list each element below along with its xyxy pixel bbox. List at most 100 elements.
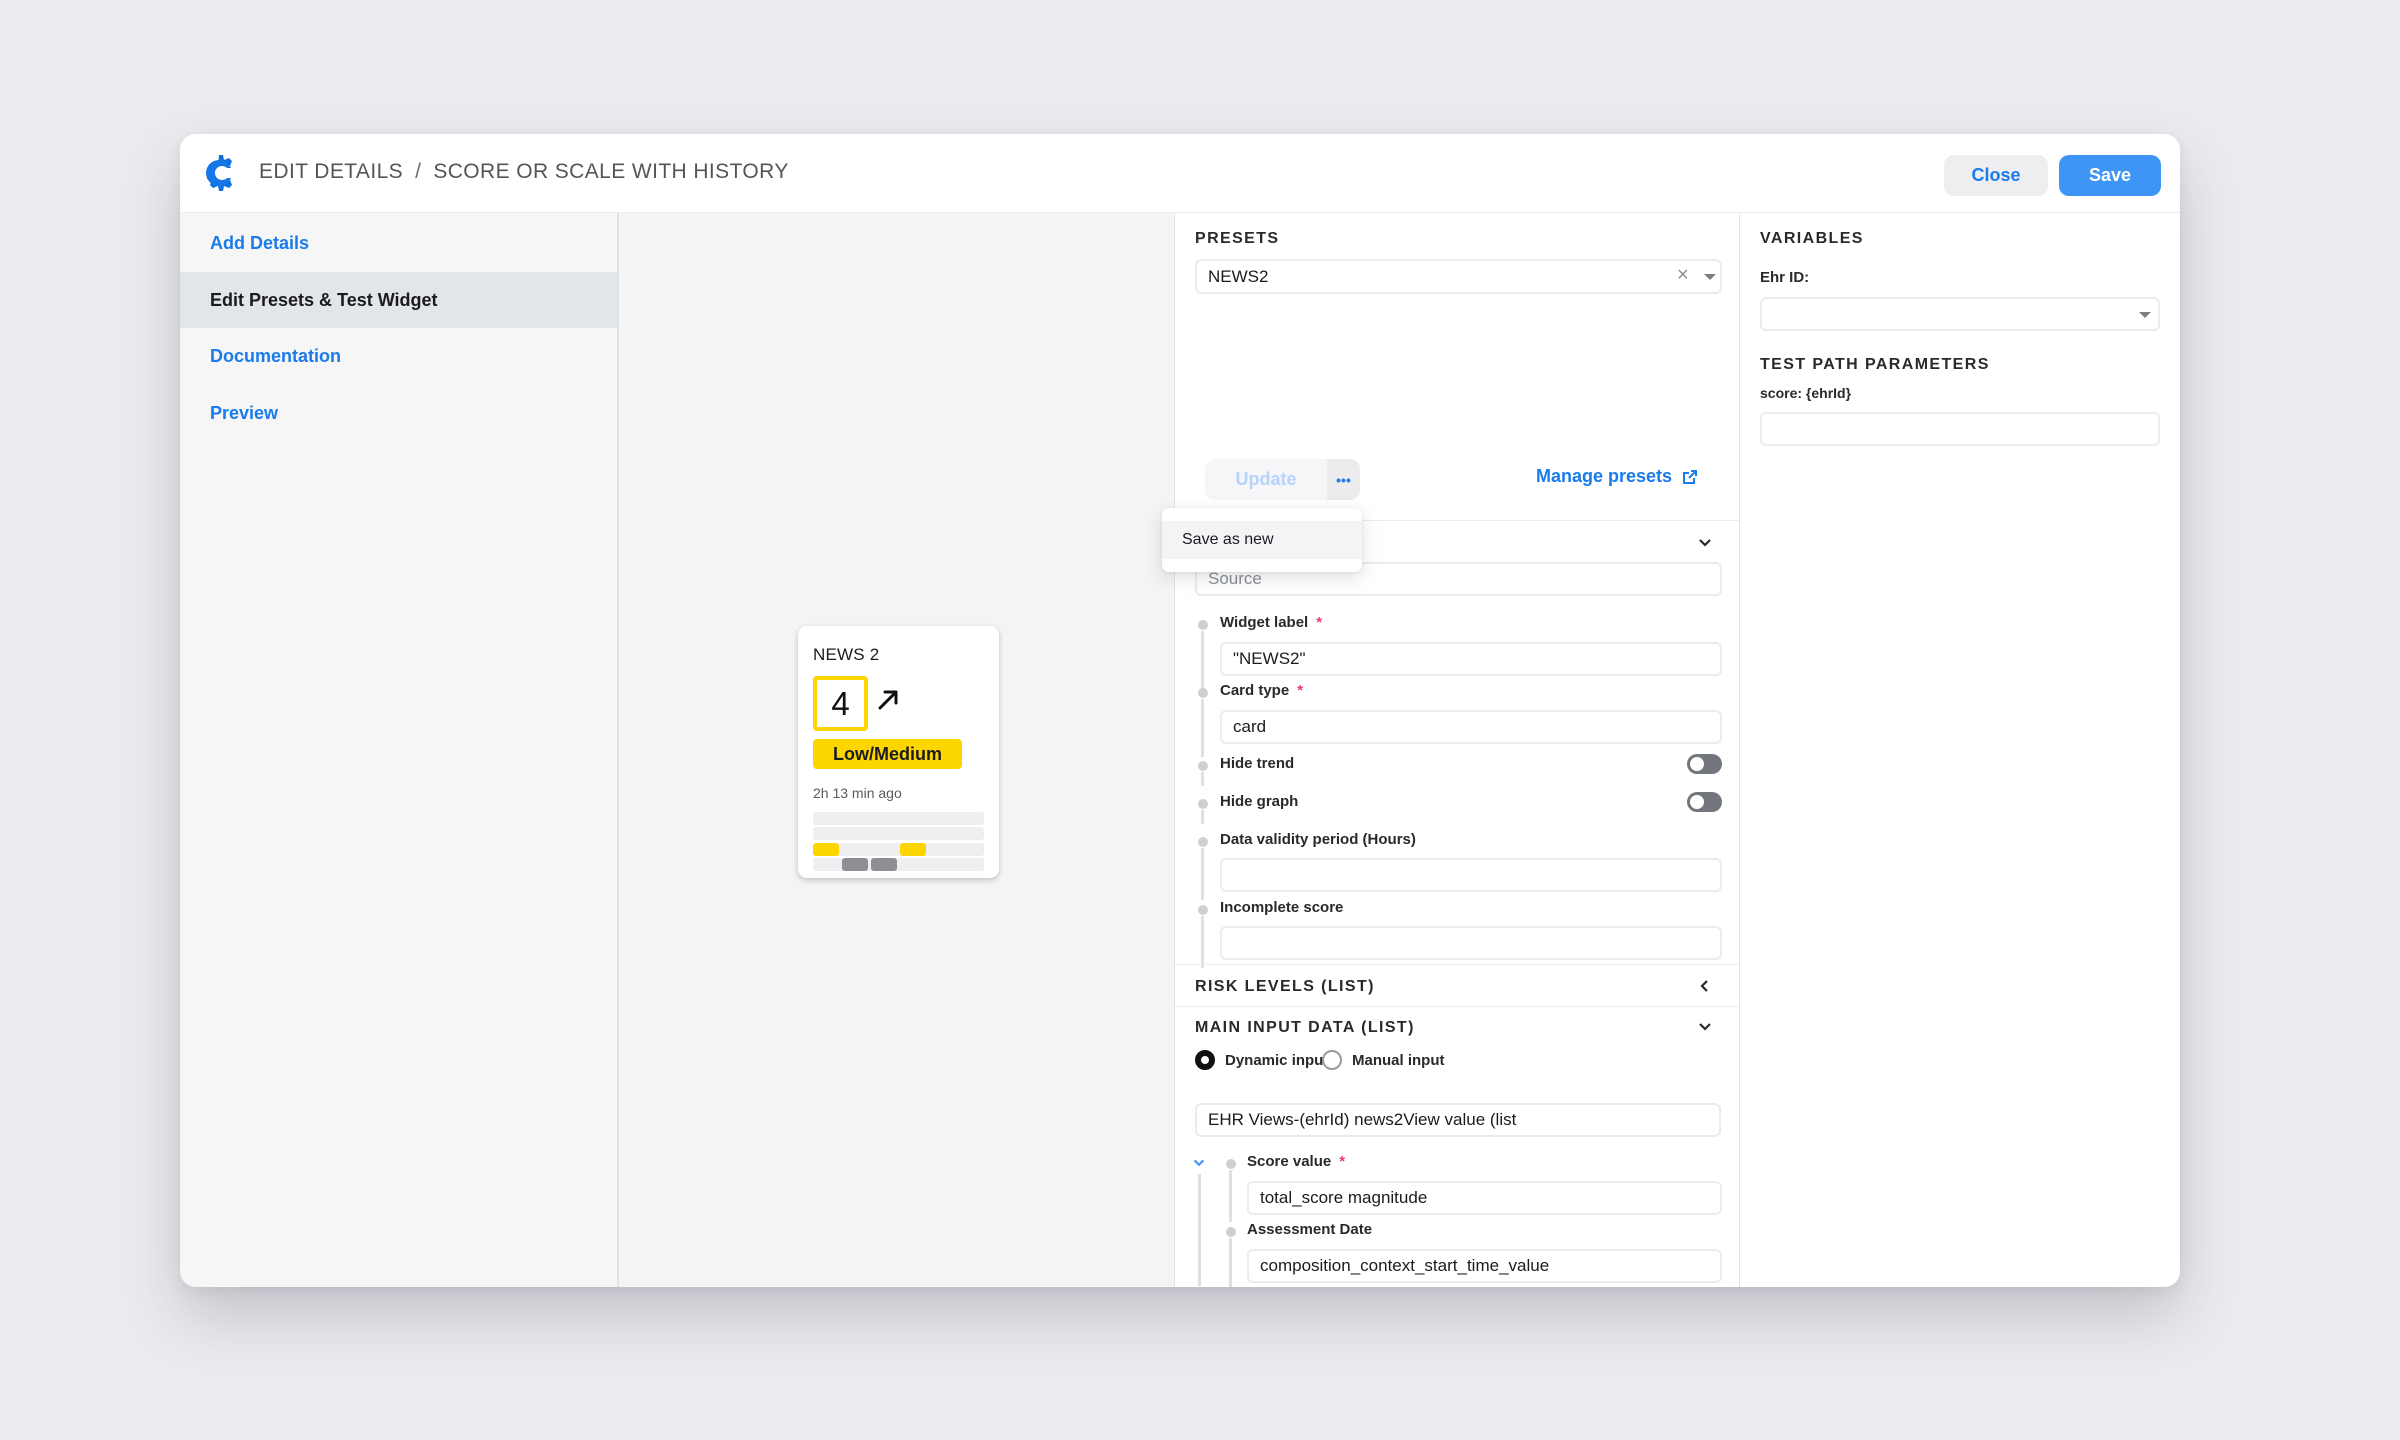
external-link-icon xyxy=(1683,469,1698,484)
widget-label-label: Widget label * xyxy=(1220,614,1323,631)
clear-icon[interactable]: × xyxy=(1677,264,1689,287)
card-title: NEWS 2 xyxy=(813,645,880,664)
radio-unselected-icon xyxy=(1322,1050,1342,1070)
score-param-input[interactable] xyxy=(1760,412,2160,446)
section-divider xyxy=(1175,964,1740,965)
history-row xyxy=(813,827,984,840)
modal-header: EDIT DETAILS / SCORE OR SCALE WITH HISTORY… xyxy=(180,134,2180,213)
hide-trend-label: Hide trend xyxy=(1220,755,1295,772)
breadcrumb: EDIT DETAILS / SCORE OR SCALE WITH HISTORY xyxy=(259,160,789,184)
more-options-button[interactable]: ••• xyxy=(1327,459,1360,500)
config-panel: PRESETS NEWS2 × Update ••• Manage preset… xyxy=(1162,213,1740,1287)
test-path-parameters-title: TEST PATH PARAMETERS xyxy=(1760,356,1990,373)
save-button[interactable]: Save xyxy=(2059,155,2161,196)
presets-select[interactable]: NEWS2 × xyxy=(1195,259,1722,294)
tree-node-dot xyxy=(1198,837,1208,847)
sidebar-item-add-details[interactable]: Add Details xyxy=(180,215,617,271)
variables-title: VARIABLES xyxy=(1760,230,1864,247)
tree-line xyxy=(1201,848,1204,900)
hide-graph-toggle[interactable] xyxy=(1687,792,1722,812)
radio-selected-icon xyxy=(1195,1050,1215,1070)
chevron-down-icon[interactable] xyxy=(1191,1155,1207,1171)
hide-graph-label: Hide graph xyxy=(1220,793,1299,810)
required-asterisk: * xyxy=(1316,614,1323,631)
manage-presets-link[interactable]: Manage presets xyxy=(1536,466,1698,487)
history-row xyxy=(813,843,984,856)
close-button[interactable]: Close xyxy=(1944,155,2048,196)
tree-node-dot xyxy=(1226,1159,1236,1169)
trend-up-arrow-icon xyxy=(878,690,898,710)
sidebar: Add Details Edit Presets & Test Widget D… xyxy=(180,213,619,1287)
history-mark-grey xyxy=(871,858,897,871)
breadcrumb-separator: / xyxy=(415,160,422,183)
tree-node-dot xyxy=(1198,799,1208,809)
section-divider xyxy=(1175,1006,1740,1007)
radio-manual-input[interactable]: Manual input xyxy=(1322,1050,1445,1070)
chevron-down-icon[interactable] xyxy=(1704,274,1716,280)
breadcrumb-item-current: SCORE OR SCALE WITH HISTORY xyxy=(433,160,789,183)
history-row xyxy=(813,812,984,825)
sidebar-item-preview[interactable]: Preview xyxy=(180,385,617,441)
tree-line xyxy=(1198,1174,1201,1286)
data-validity-input[interactable] xyxy=(1220,858,1722,892)
tree-node-dot xyxy=(1226,1227,1236,1237)
app-logo-icon xyxy=(206,155,238,191)
required-asterisk: * xyxy=(1297,682,1304,699)
history-mark-grey xyxy=(842,858,868,871)
presets-title: PRESETS xyxy=(1195,230,1280,247)
history-row xyxy=(813,858,984,871)
incomplete-score-input[interactable] xyxy=(1220,926,1722,960)
main-input-title[interactable]: MAIN INPUT DATA (LIST) xyxy=(1195,1019,1415,1037)
assessment-date-input[interactable]: composition_context_start_time_value xyxy=(1247,1249,1722,1283)
tree-line xyxy=(1201,916,1204,968)
chevron-down-icon[interactable] xyxy=(1696,1018,1714,1036)
score-value-label: Score value * xyxy=(1247,1153,1346,1170)
assessment-date-label: Assessment Date xyxy=(1247,1221,1373,1238)
risk-levels-title[interactable]: RISK LEVELS (LIST) xyxy=(1195,978,1375,996)
radio-label: Dynamic input xyxy=(1225,1051,1329,1069)
tree-node-dot xyxy=(1198,905,1208,915)
chevron-down-icon[interactable] xyxy=(1696,534,1714,552)
widget-label-input[interactable]: "NEWS2" xyxy=(1220,642,1722,676)
tree-node-dot xyxy=(1198,761,1208,771)
main-input-source[interactable]: EHR Views-(ehrId) news2View value (list xyxy=(1195,1103,1721,1137)
tree-line xyxy=(1229,1170,1232,1222)
update-button-group: Update ••• xyxy=(1205,459,1360,500)
history-mark-yellow xyxy=(900,843,926,856)
tree-line xyxy=(1201,810,1204,824)
history-mark-yellow xyxy=(813,843,839,856)
menu-item-save-as-new[interactable]: Save as new xyxy=(1162,521,1362,559)
score-value: 4 xyxy=(813,676,868,731)
tree-line xyxy=(1201,772,1204,786)
hide-trend-toggle[interactable] xyxy=(1687,754,1722,774)
incomplete-score-label: Incomplete score xyxy=(1220,899,1344,916)
card-type-input[interactable]: card xyxy=(1220,710,1722,744)
radio-label: Manual input xyxy=(1352,1051,1445,1069)
card-type-label: Card type * xyxy=(1220,682,1304,699)
sidebar-item-documentation[interactable]: Documentation xyxy=(180,328,617,384)
ehr-id-label: Ehr ID: xyxy=(1760,269,1810,286)
update-button[interactable]: Update xyxy=(1205,459,1327,500)
data-validity-label: Data validity period (Hours) xyxy=(1220,831,1416,848)
ehr-id-select[interactable] xyxy=(1760,297,2160,331)
required-asterisk: * xyxy=(1339,1153,1346,1170)
score-param-label: score: {ehrId} xyxy=(1760,385,1852,401)
risk-level-badge: Low/Medium xyxy=(813,739,962,769)
breadcrumb-item-edit-details[interactable]: EDIT DETAILS xyxy=(259,160,403,183)
score-value-input[interactable]: total_score magnitude xyxy=(1247,1181,1722,1215)
sidebar-item-edit-presets[interactable]: Edit Presets & Test Widget xyxy=(180,272,617,328)
tree-line xyxy=(1201,631,1204,689)
chevron-left-icon[interactable] xyxy=(1696,977,1714,995)
radio-dynamic-input[interactable]: Dynamic input xyxy=(1195,1050,1328,1070)
edit-details-modal: EDIT DETAILS / SCORE OR SCALE WITH HISTORY… xyxy=(180,134,2180,1287)
tree-node-dot xyxy=(1198,620,1208,630)
tree-line xyxy=(1229,1238,1232,1287)
more-options-menu: Save as new xyxy=(1162,508,1362,572)
variables-panel: VARIABLES Ehr ID: TEST PATH PARAMETERS s… xyxy=(1740,213,2180,1287)
chevron-down-icon[interactable] xyxy=(2139,312,2151,318)
presets-selected-value: NEWS2 xyxy=(1208,266,1269,286)
tree-line xyxy=(1201,699,1204,757)
widget-preview-card: NEWS 2 4 Low/Medium 2h 13 min ago xyxy=(798,626,999,878)
manage-presets-label: Manage presets xyxy=(1536,466,1673,486)
tree-node-dot xyxy=(1198,688,1208,698)
